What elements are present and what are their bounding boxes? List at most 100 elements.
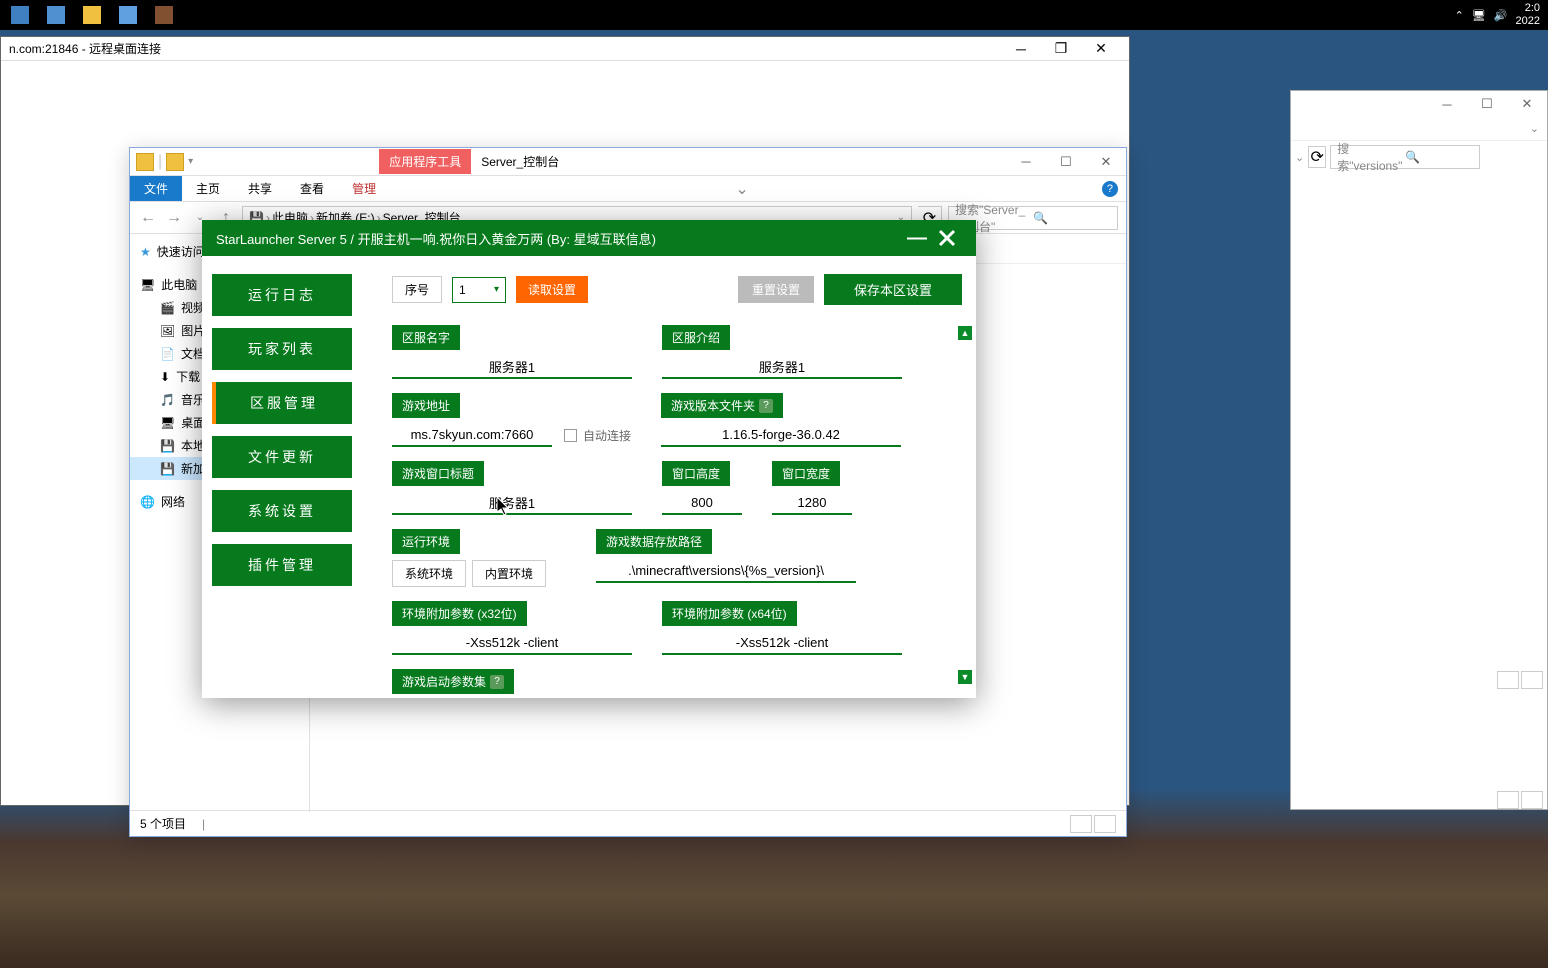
explorer2-search-input[interactable]: 搜索"versions" 🔍	[1330, 145, 1480, 169]
rdp-minimize-button[interactable]: ─	[1001, 38, 1041, 60]
close-icon	[938, 229, 956, 247]
sl-nav-players[interactable]: 玩家列表	[212, 328, 352, 370]
game-addr-input[interactable]	[392, 424, 552, 447]
scroll-down-icon[interactable]: ▼	[958, 670, 972, 684]
explorer2-minimize-button[interactable]: ─	[1427, 91, 1467, 117]
help-icon[interactable]: ?	[1102, 181, 1118, 197]
sl-content: 序号 1 ▾ 读取设置 重置设置 保存本区设置 区服名字 区服介绍	[362, 256, 976, 698]
view-icons-button[interactable]	[1094, 815, 1116, 833]
ribbon-expand-icon[interactable]: ⌄	[735, 179, 748, 199]
data-path-input[interactable]	[596, 560, 856, 583]
explorer-titlebar[interactable]: | ▾ 应用程序工具 Server_控制台 ─ ☐ ✕	[130, 148, 1126, 176]
window-title-label: 游戏窗口标题	[392, 461, 484, 486]
starlauncher-window: StarLauncher Server 5 / 开服主机一响.祝你日入黄金万两 …	[202, 220, 976, 698]
runtime-env-label: 运行环境	[392, 529, 460, 554]
explorer-close-button[interactable]: ✕	[1086, 149, 1126, 175]
breadcrumb-chevron[interactable]: ⌄	[1295, 151, 1304, 164]
ribbon-manage[interactable]: 管理	[338, 176, 390, 201]
sl-titlebar[interactable]: StarLauncher Server 5 / 开服主机一响.祝你日入黄金万两 …	[202, 220, 976, 256]
ribbon-view[interactable]: 查看	[286, 176, 338, 201]
window-title-input[interactable]	[392, 492, 632, 515]
nav-forward-icon[interactable]: →	[164, 208, 184, 228]
scroll-up-icon[interactable]: ▲	[958, 326, 972, 340]
view-icons-button[interactable]	[1521, 671, 1543, 689]
explorer2-window: ─ ☐ ✕ ⌄ ⌄ ⟳ 搜索"versions" 🔍	[1290, 90, 1548, 810]
sl-title: StarLauncher Server 5 / 开服主机一响.祝你日入黄金万两 …	[216, 229, 902, 248]
sl-nav-update[interactable]: 文件更新	[212, 436, 352, 478]
explorer-maximize-button[interactable]: ☐	[1046, 149, 1086, 175]
rdp-title: n.com:21846 - 远程桌面连接	[9, 40, 1001, 57]
reset-settings-button[interactable]: 重置设置	[738, 276, 814, 303]
taskbar-clock[interactable]: 2:0 2022	[1516, 2, 1540, 28]
runtime-system-button[interactable]: 系统环境	[392, 560, 466, 587]
sl-nav-log[interactable]: 运行日志	[212, 274, 352, 316]
window-height-label: 窗口高度	[662, 461, 730, 486]
save-settings-button[interactable]: 保存本区设置	[824, 274, 962, 305]
qat-chevron[interactable]: ▾	[188, 156, 193, 167]
help-icon[interactable]: ?	[490, 675, 504, 689]
clock-date: 2022	[1516, 15, 1540, 28]
tray-volume-icon[interactable]: 🔊	[1494, 9, 1508, 22]
explorer-minimize-button[interactable]: ─	[1006, 149, 1046, 175]
window-width-input[interactable]	[772, 492, 852, 515]
explorer2-maximize-button[interactable]: ☐	[1467, 91, 1507, 117]
tray-chevron-icon[interactable]: ⌃	[1455, 9, 1464, 22]
window-height-input[interactable]	[662, 492, 742, 515]
explorer2-close-button[interactable]: ✕	[1507, 91, 1547, 117]
sl-close-button[interactable]	[932, 223, 962, 253]
view-details-button[interactable]	[1070, 815, 1092, 833]
zone-name-label: 区服名字	[392, 325, 460, 350]
sl-minimize-button[interactable]: —	[902, 223, 932, 253]
index-select[interactable]: 1 ▾	[452, 277, 506, 303]
rdp-maximize-button[interactable]: ❐	[1041, 38, 1081, 60]
version-folder-input[interactable]	[661, 424, 901, 447]
taskbar-app-1[interactable]	[2, 1, 38, 29]
qat-divider: |	[158, 153, 162, 171]
app-tools-tab[interactable]: 应用程序工具	[379, 149, 471, 174]
view-details-button-2[interactable]	[1497, 791, 1519, 809]
data-path-label: 游戏数据存放路径	[596, 529, 712, 554]
ribbon-expand-icon[interactable]: ⌄	[1530, 122, 1539, 135]
taskbar-app-5[interactable]	[146, 1, 182, 29]
taskbar-app-4[interactable]	[110, 1, 146, 29]
sl-sidebar: 运行日志 玩家列表 区服管理 文件更新 系统设置 插件管理	[202, 256, 362, 698]
env-args-64-input[interactable]	[662, 632, 902, 655]
auto-connect-label: 自动连接	[583, 427, 631, 444]
view-icons-button-2[interactable]	[1521, 791, 1543, 809]
rdp-titlebar[interactable]: n.com:21846 - 远程桌面连接 ─ ❐ ✕	[1, 37, 1129, 61]
zone-desc-label: 区服介绍	[662, 325, 730, 350]
runtime-builtin-button[interactable]: 内置环境	[472, 560, 546, 587]
window-width-label: 窗口宽度	[772, 461, 840, 486]
ribbon-file[interactable]: 文件	[130, 176, 182, 201]
rdp-close-button[interactable]: ✕	[1081, 38, 1121, 60]
view-details-button[interactable]	[1497, 671, 1519, 689]
game-addr-label: 游戏地址	[392, 393, 460, 418]
sl-scrollbar[interactable]: ▲ ▼	[958, 326, 972, 684]
nav-back-icon[interactable]: ←	[138, 208, 158, 228]
taskbar-app-2[interactable]	[38, 1, 74, 29]
ribbon-share[interactable]: 共享	[234, 176, 286, 201]
sl-nav-settings[interactable]: 系统设置	[212, 490, 352, 532]
zone-desc-input[interactable]	[662, 356, 902, 379]
taskbar: ⌃ 🖥 🔊 2:0 2022	[0, 0, 1548, 30]
qat-icon[interactable]	[166, 153, 184, 171]
help-icon[interactable]: ?	[759, 399, 773, 413]
sl-nav-zones[interactable]: 区服管理	[212, 382, 352, 424]
explorer-ribbon: 文件 主页 共享 查看 管理 ⌄ ?	[130, 176, 1126, 202]
explorer-icon	[136, 153, 154, 171]
chevron-down-icon: ▾	[494, 284, 499, 295]
tray-monitor-icon[interactable]: 🖥	[1472, 9, 1486, 22]
taskbar-app-3[interactable]	[74, 1, 110, 29]
ribbon-home[interactable]: 主页	[182, 176, 234, 201]
sl-nav-plugins[interactable]: 插件管理	[212, 544, 352, 586]
explorer-window-title: Server_控制台	[481, 153, 559, 170]
env-args-32-input[interactable]	[392, 632, 632, 655]
index-label: 序号	[392, 276, 442, 303]
search-icon: 🔍	[1033, 211, 1111, 225]
zone-name-input[interactable]	[392, 356, 632, 379]
read-settings-button[interactable]: 读取设置	[516, 276, 588, 303]
auto-connect-checkbox[interactable]	[564, 429, 577, 442]
refresh-button[interactable]: ⟳	[1308, 146, 1326, 168]
version-folder-label: 游戏版本文件夹 ?	[661, 393, 783, 418]
env-args-64-label: 环境附加参数 (x64位)	[662, 601, 797, 626]
